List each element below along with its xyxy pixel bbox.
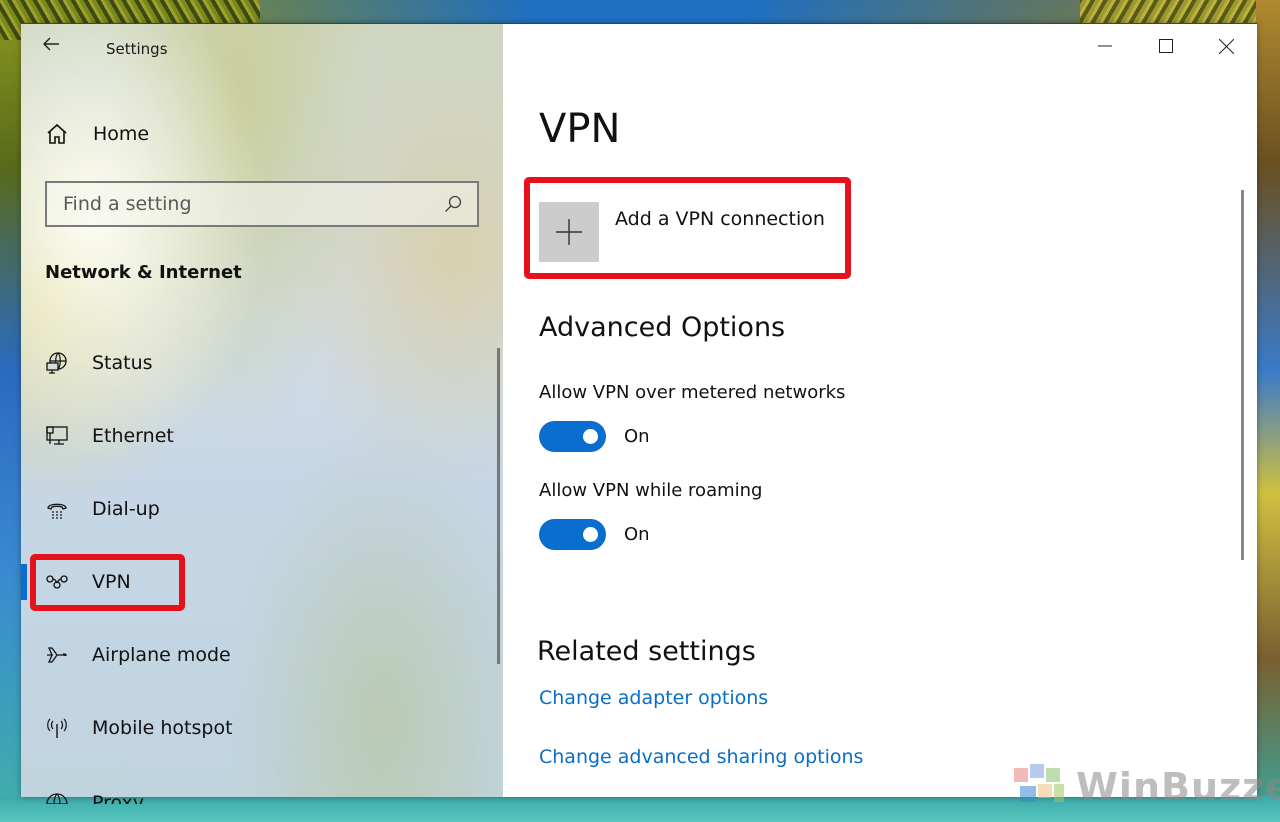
app-title: Settings: [106, 40, 168, 58]
toggle-state-label: On: [624, 524, 650, 545]
toggle-knob: [583, 429, 598, 444]
content-scrollbar[interactable]: [1241, 190, 1244, 560]
minimize-button[interactable]: [1074, 24, 1135, 68]
search-box[interactable]: [45, 181, 479, 227]
add-vpn-connection-button[interactable]: Add a VPN connection: [539, 202, 825, 262]
advanced-options-heading: Advanced Options: [539, 312, 786, 343]
sidebar-item-label: Airplane mode: [92, 643, 231, 666]
sidebar-item-vpn[interactable]: VPN: [21, 545, 491, 618]
desktop-wallpaper: [0, 0, 21, 822]
sidebar: Settings Home Network & Internet Status …: [21, 24, 503, 804]
ethernet-icon: [45, 424, 69, 448]
sidebar-item-label: Ethernet: [92, 424, 174, 447]
close-button[interactable]: [1196, 24, 1257, 68]
sidebar-item-airplane-mode[interactable]: Airplane mode: [21, 618, 491, 691]
sidebar-item-label: Mobile hotspot: [92, 716, 233, 739]
roaming-toggle-row: On: [539, 519, 650, 550]
section-heading: Network & Internet: [45, 262, 242, 283]
sidebar-item-home[interactable]: Home: [45, 120, 149, 148]
toggle-knob: [583, 527, 598, 542]
sidebar-scrollbar[interactable]: [497, 348, 500, 664]
vpn-icon: [45, 570, 69, 594]
settings-window: Settings Home Network & Internet Status …: [21, 23, 1257, 804]
page-title: VPN: [539, 106, 621, 152]
roaming-label: Allow VPN while roaming: [539, 480, 763, 501]
sidebar-item-label: Proxy: [92, 792, 145, 804]
metered-networks-label: Allow VPN over metered networks: [539, 382, 846, 403]
metered-networks-toggle-row: On: [539, 421, 650, 452]
sidebar-item-ethernet[interactable]: Ethernet: [21, 399, 491, 472]
sidebar-item-label: Home: [93, 123, 150, 145]
sidebar-nav: Status Ethernet Dial-up VPN Airplane mod…: [21, 326, 491, 804]
arrow-left-icon: [43, 37, 59, 51]
minimize-icon: [1097, 45, 1112, 47]
sidebar-item-label: Status: [92, 351, 153, 374]
toggle-state-label: On: [624, 426, 650, 447]
search-icon[interactable]: [443, 194, 463, 214]
airplane-icon: [45, 643, 69, 667]
sidebar-item-label: VPN: [92, 570, 131, 593]
maximize-icon: [1158, 39, 1173, 53]
related-settings-heading: Related settings: [537, 636, 756, 667]
home-icon: [47, 123, 67, 144]
sidebar-item-proxy[interactable]: Proxy: [21, 764, 491, 804]
window-controls: [1074, 24, 1257, 68]
globe-monitor-icon: [45, 351, 69, 375]
search-input[interactable]: [63, 193, 443, 215]
desktop-wallpaper-right-edge: [1256, 0, 1280, 822]
close-icon: [1219, 38, 1234, 54]
sidebar-item-mobile-hotspot[interactable]: Mobile hotspot: [21, 691, 491, 764]
content-pane: VPN Add a VPN connection Advanced Option…: [503, 24, 1257, 797]
maximize-button[interactable]: [1135, 24, 1196, 68]
change-adapter-options-link[interactable]: Change adapter options: [539, 687, 768, 709]
globe-icon: [45, 792, 69, 804]
metered-networks-toggle[interactable]: [539, 421, 606, 452]
sidebar-item-status[interactable]: Status: [21, 326, 491, 399]
sidebar-item-dial-up[interactable]: Dial-up: [21, 472, 491, 545]
roaming-toggle[interactable]: [539, 519, 606, 550]
dialup-phone-icon: [45, 497, 69, 521]
back-button[interactable]: [41, 34, 65, 58]
sidebar-item-label: Dial-up: [92, 497, 160, 520]
plus-icon: [556, 219, 582, 245]
add-vpn-label: Add a VPN connection: [615, 208, 825, 230]
add-vpn-tile[interactable]: [539, 202, 599, 262]
hotspot-icon: [45, 716, 69, 740]
change-advanced-sharing-options-link[interactable]: Change advanced sharing options: [539, 746, 863, 768]
